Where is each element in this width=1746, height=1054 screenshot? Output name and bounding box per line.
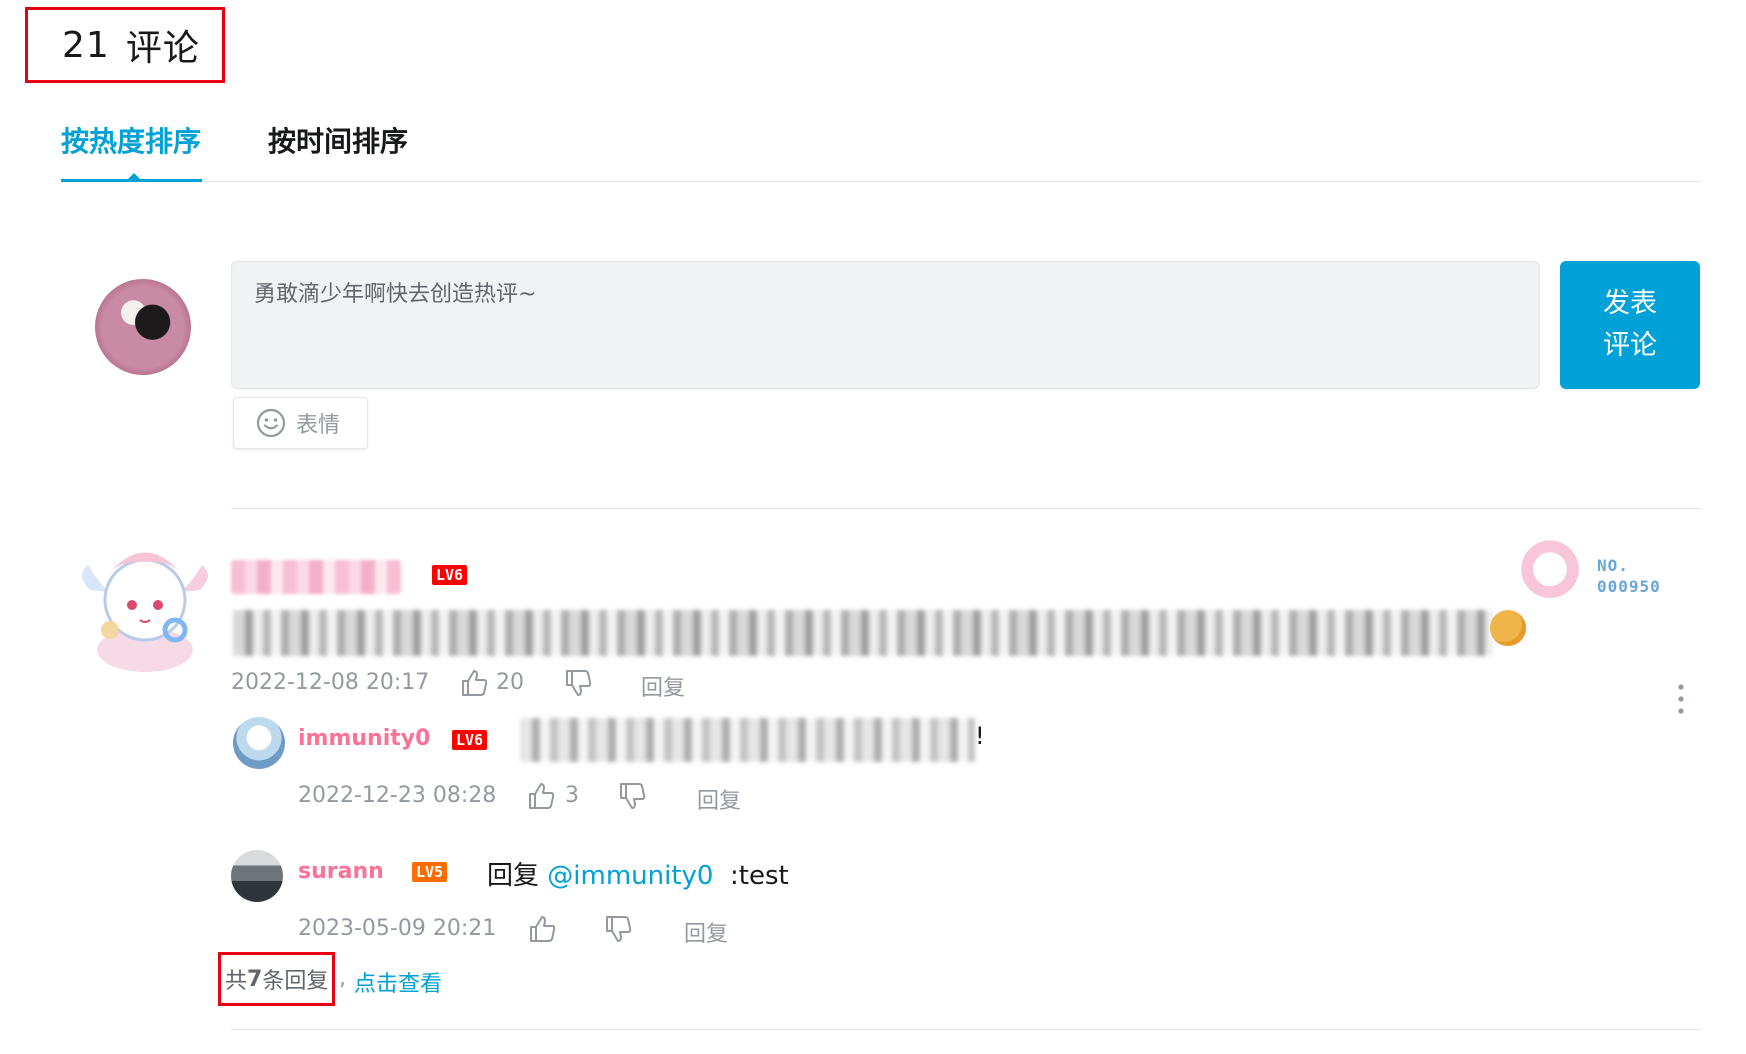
reply-text: 回复 @immunity0 :test <box>487 855 789 892</box>
commenter-name-blurred[interactable] <box>231 560 401 594</box>
tabs-divider <box>61 181 1701 182</box>
smiley-icon <box>256 408 286 438</box>
view-all-replies-link[interactable]: 点击查看 <box>354 966 442 998</box>
tab-sort-by-time[interactable]: 按时间排序 <box>268 120 408 160</box>
post-comment-button[interactable]: 发表 评论 <box>1560 261 1700 389</box>
comment-input[interactable]: 勇敢滴少年啊快去创造热评~ <box>231 261 1540 389</box>
reply-text-blurred <box>520 718 975 762</box>
tab-active-underline <box>61 179 202 182</box>
post-comment-label-line1: 发表 <box>1603 288 1657 319</box>
comment-divider <box>231 508 1701 509</box>
emoji-button-label: 表情 <box>296 413 341 438</box>
comment-timestamp: 2022-12-08 20:17 <box>231 670 430 695</box>
total-replies-prefix: 共 <box>225 969 248 994</box>
comment-count-header: 21 评论 <box>25 7 225 83</box>
total-replies-count: 共 7 条回复 <box>218 952 336 1006</box>
comment-count-label: 评论 <box>125 28 200 69</box>
thumbs-down-icon[interactable] <box>563 668 593 698</box>
reply-button[interactable]: 回复 <box>697 783 741 815</box>
reply-avatar[interactable] <box>231 850 283 902</box>
reply-username[interactable]: surann <box>298 859 384 884</box>
thumbs-up-icon[interactable] <box>459 668 489 698</box>
current-user-avatar[interactable] <box>95 279 191 375</box>
reply-username[interactable]: immunity0 <box>298 726 430 751</box>
reply-prefix: 回复 <box>487 861 540 891</box>
reply-body: :test <box>730 861 789 891</box>
comment-text-blurred <box>233 610 1493 656</box>
fan-number-line1: NO. <box>1597 556 1629 575</box>
reply-timestamp: 2022-12-23 08:28 <box>298 783 497 808</box>
comment-input-placeholder: 勇敢滴少年啊快去创造热评~ <box>254 282 537 307</box>
more-options-icon[interactable] <box>1675 683 1687 715</box>
comment-bottom-divider <box>231 1029 1701 1030</box>
post-comment-label-line2: 评论 <box>1603 330 1657 361</box>
emoji-button[interactable]: 表情 <box>233 397 368 449</box>
reply-level-badge: LV6 <box>452 730 488 750</box>
thumbs-up-icon[interactable] <box>526 781 556 811</box>
reply-text-suffix: ! <box>975 722 985 750</box>
reply-level-badge: LV5 <box>412 862 448 882</box>
thumbs-up-icon[interactable] <box>527 914 557 944</box>
reply-like-count: 3 <box>565 783 579 808</box>
fan-number-line2: 000950 <box>1597 577 1661 596</box>
reply-timestamp: 2023-05-09 20:21 <box>298 916 497 941</box>
like-count: 20 <box>496 670 524 695</box>
reply-button[interactable]: 回复 <box>641 670 685 702</box>
total-replies-number: 7 <box>247 966 263 992</box>
comment-count: 21 <box>62 24 110 66</box>
thumbs-down-icon[interactable] <box>603 914 633 944</box>
separator-comma: , <box>339 966 346 991</box>
commenter-avatar[interactable] <box>70 530 220 680</box>
doge-emoji-icon <box>1490 610 1526 646</box>
mention-link[interactable]: @immunity0 <box>547 861 713 891</box>
fan-number-badge: NO. 000950 <box>1597 555 1661 597</box>
reply-avatar[interactable] <box>233 717 285 769</box>
tab-sort-by-hot[interactable]: 按热度排序 <box>61 120 201 160</box>
total-replies-suffix: 条回复 <box>262 969 329 994</box>
thumbs-down-icon[interactable] <box>617 781 647 811</box>
fan-badge-icon <box>1518 534 1582 598</box>
level-badge: LV6 <box>432 565 468 585</box>
reply-button[interactable]: 回复 <box>684 916 728 948</box>
